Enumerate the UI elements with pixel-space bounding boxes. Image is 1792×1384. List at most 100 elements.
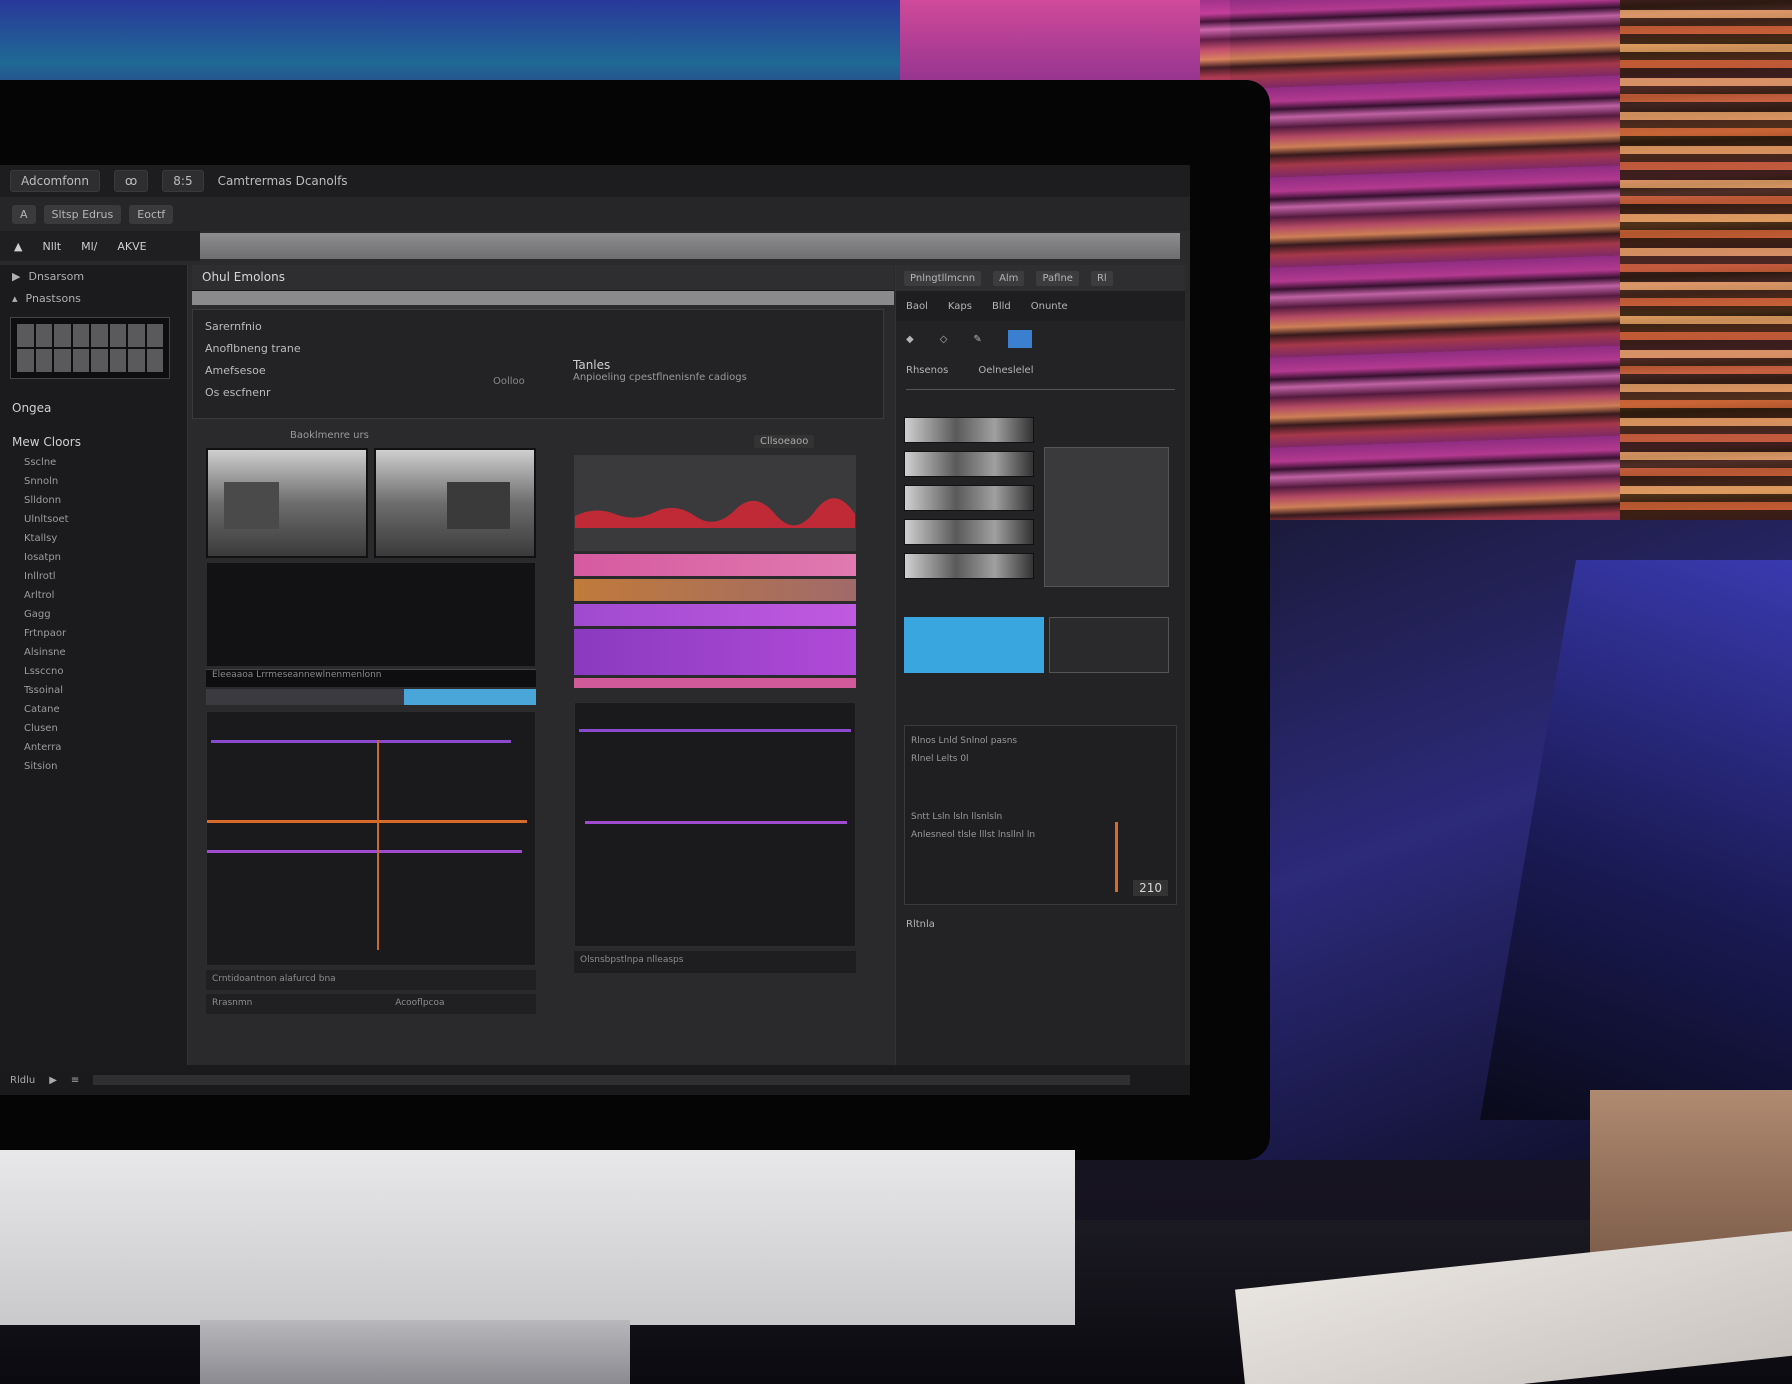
right-panel-footer: Rltnla — [896, 911, 1185, 939]
right-panel-header: Pnlngtllmcnn Alm Paflne Rl — [896, 265, 1185, 291]
waveform-svg — [575, 456, 855, 550]
list-item[interactable]: Snnoln — [0, 474, 187, 493]
toolbar-chip-b[interactable]: Sltsp Edrus — [43, 204, 122, 224]
app-name-tab[interactable]: Adcomfonn — [10, 170, 101, 192]
clip-details — [1049, 617, 1169, 673]
media-thumb[interactable] — [904, 451, 1034, 477]
rp-tab[interactable]: Blld — [992, 301, 1011, 312]
audio-line-top — [579, 729, 851, 732]
video-frames[interactable] — [206, 448, 536, 558]
status-bar: Rldlu ▶ ≡ — [0, 1065, 1190, 1095]
scrub-bar[interactable] — [200, 233, 1180, 259]
section-title: Ongea — [12, 401, 52, 415]
list-item[interactable]: Slldonn — [0, 493, 187, 512]
media-thumb[interactable] — [904, 519, 1034, 545]
selected-tool-icon[interactable] — [1007, 330, 1032, 348]
menu-tab-a[interactable]: ꝏ — [114, 170, 149, 192]
list-item[interactable]: Ssclne — [0, 455, 187, 474]
list-item[interactable]: Tssoinal — [0, 683, 187, 702]
info-line: Amefsesoe — [205, 364, 266, 377]
property-label: Rhsenos — [906, 365, 949, 376]
mode-tab-2[interactable]: Ml/ — [81, 240, 97, 253]
status-label: Rldlu — [10, 1074, 36, 1086]
apple-logo-icon — [586, 1198, 628, 1250]
audio-track-pink-thin[interactable] — [574, 678, 856, 688]
playhead-line[interactable] — [377, 740, 379, 950]
list-item[interactable]: Ulnltsoet — [0, 512, 187, 531]
info-line: Sarernfnio — [205, 320, 262, 333]
monitor-chin — [0, 1150, 1075, 1325]
list-item[interactable]: Arltrol — [0, 588, 187, 607]
rp-tab[interactable]: Kaps — [948, 301, 972, 312]
background-shelf-stripes — [1620, 0, 1792, 560]
breadcrumb: Camtrermas Dcanolfs — [217, 174, 348, 188]
meta-line: Sntt Lsln lsln llsnlsln — [911, 812, 1003, 822]
rp-chip[interactable]: Paflne — [1036, 270, 1079, 286]
list-item[interactable]: Frtnpaor — [0, 626, 187, 645]
info-right-sub: Anpioeling cpestflnenisnfe cadiogs — [573, 372, 747, 383]
audio-footer: Olsnsbpstlnpa nlleasps — [574, 951, 856, 973]
thumbnail-grid[interactable] — [10, 317, 170, 379]
video-frame[interactable] — [206, 448, 368, 558]
rp-chip[interactable]: Pnlngtllmcnn — [904, 270, 982, 286]
list-item[interactable]: Clusen — [0, 721, 187, 740]
left-panel-item[interactable]: ▶ Dnsarsom — [0, 265, 187, 287]
audio-waveform[interactable] — [574, 455, 856, 551]
audio-top-label: Cllsoeaoo — [754, 435, 815, 448]
property-slider[interactable] — [906, 389, 1175, 409]
clip-strip[interactable] — [206, 689, 536, 705]
selected-clip-preview[interactable] — [904, 617, 1044, 673]
left-panel: ▶ Dnsarsom ▴ Pnastsons Ongea Mew Cloors … — [0, 265, 188, 1065]
timeline-scroll[interactable] — [93, 1075, 1130, 1085]
video-frame[interactable] — [374, 448, 536, 558]
audio-track-purple[interactable] — [574, 604, 856, 626]
mode-tab-3[interactable]: AKVE — [117, 240, 146, 253]
shape-icon[interactable]: ◇ — [940, 334, 948, 345]
list-item[interactable]: Inllrotl — [0, 569, 187, 588]
keyframe-graph[interactable] — [206, 711, 536, 966]
rp-chip[interactable]: Rl — [1090, 270, 1113, 286]
pen-icon[interactable]: ✎ — [973, 334, 981, 345]
rp-tab[interactable]: Baol — [906, 301, 928, 312]
audio-keyframe-graph[interactable] — [574, 702, 856, 947]
footer-label: Rltnla — [906, 919, 935, 930]
media-thumb[interactable] — [904, 485, 1034, 511]
list-item[interactable]: Alsinsne — [0, 645, 187, 664]
right-panel: Pnlngtllmcnn Alm Paflne Rl Baol Kaps Bll… — [895, 265, 1185, 1065]
audio-track-pink[interactable] — [574, 554, 856, 576]
graph-footer-controls: Rrasnmn Acooflpcoa — [206, 994, 536, 1014]
list-item[interactable]: Anterra — [0, 740, 187, 759]
info-line: Os escfnenr — [205, 386, 271, 399]
toolbar-chip-c[interactable]: Eoctf — [129, 204, 174, 224]
menu-icon[interactable]: ≡ — [71, 1075, 79, 1086]
tool-icons: ◆ ◇ ✎ — [896, 321, 1185, 357]
audio-track-purple-large[interactable] — [574, 629, 856, 675]
properties-row: Rhsenos Oelneslelel — [896, 357, 1185, 385]
play-icon[interactable]: ▶ — [49, 1075, 57, 1086]
play-icon: ▶ — [12, 269, 21, 283]
list-item[interactable]: Gagg — [0, 607, 187, 626]
graph-line-purple — [207, 850, 522, 853]
center-progress-strip — [192, 291, 894, 305]
list-item[interactable]: Iosatpn — [0, 550, 187, 569]
toolbar-chip-a[interactable]: A — [12, 204, 36, 224]
list-item[interactable]: Lssccno — [0, 664, 187, 683]
info-line: Anoflbneng trane — [205, 342, 301, 355]
mode-tab-1[interactable]: Nllt — [42, 240, 61, 253]
rp-chip[interactable]: Alm — [993, 270, 1025, 286]
audio-line-mid — [585, 821, 847, 824]
audio-track-orange[interactable] — [574, 579, 856, 601]
list-item[interactable]: Sitsion — [0, 759, 187, 778]
monitor-screen: Adcomfonn ꝏ 8:5 Camtrermas Dcanolfs A Sl… — [0, 165, 1190, 1095]
footer-button[interactable]: Rrasnmn — [212, 998, 252, 1008]
menu-tab-b[interactable]: 8:5 — [162, 170, 204, 192]
media-viewer[interactable] — [1044, 447, 1169, 587]
media-thumb[interactable] — [904, 553, 1034, 579]
list-item[interactable]: Ktallsy — [0, 531, 187, 550]
media-thumb[interactable] — [904, 417, 1034, 443]
left-panel-item[interactable]: ▴ Pnastsons — [0, 287, 187, 309]
list-item[interactable]: Catane — [0, 702, 187, 721]
left-panel-item-label: Pnastsons — [25, 291, 81, 305]
pin-icon[interactable]: ◆ — [906, 334, 914, 345]
info-right-title: Tanles — [573, 358, 611, 372]
